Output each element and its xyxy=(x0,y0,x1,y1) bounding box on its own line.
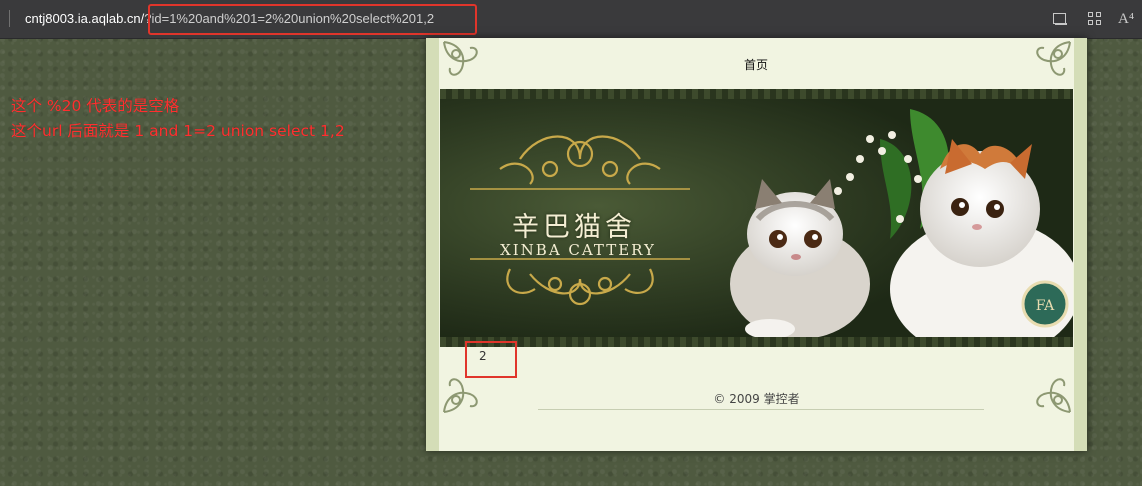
banner-border-bottom xyxy=(440,337,1073,347)
banner-title-en: XINBA CATTERY xyxy=(500,241,656,259)
page-container: 首页 FA 辛巴猫舍 XINBA CATTERY 2 © 2009 掌控者 xyxy=(426,38,1087,451)
annotation: 这个 %20 代表的是空格 这个url 后面就是 1 and 1=2 union… xyxy=(11,94,345,144)
address-bar[interactable]: cntj8003.ia.aqlab.cn/?id=1%20and%201=2%2… xyxy=(0,0,1142,39)
apps-icon[interactable] xyxy=(1088,12,1102,26)
result-highlight-box xyxy=(465,341,517,378)
svg-text:FA: FA xyxy=(1036,298,1055,314)
footer-copyright: © 2009 掌控者 xyxy=(713,392,800,406)
read-aloud-icon[interactable]: A⁴ xyxy=(1118,12,1136,27)
nav-home-link[interactable]: 首页 xyxy=(744,56,768,73)
url-highlight-box xyxy=(148,4,477,35)
corner-ornament-icon xyxy=(1036,41,1071,76)
annotation-line-1: 这个 %20 代表的是空格 xyxy=(11,97,180,115)
corner-ornament-icon xyxy=(443,41,478,76)
address-bar-divider xyxy=(9,10,10,27)
banner: FA 辛巴猫舍 XINBA CATTERY xyxy=(440,89,1073,347)
url-host: cntj8003.ia.aqlab.cn/ xyxy=(25,11,145,26)
footer-divider xyxy=(538,409,984,410)
corner-ornament-icon xyxy=(1036,378,1071,413)
banner-border-top xyxy=(440,89,1073,99)
reader-view-icon[interactable] xyxy=(1053,12,1067,26)
banner-title-cn: 辛巴猫舍 xyxy=(512,212,636,243)
annotation-line-2: 这个url 后面就是 1 and 1=2 union select 1,2 xyxy=(11,122,345,140)
